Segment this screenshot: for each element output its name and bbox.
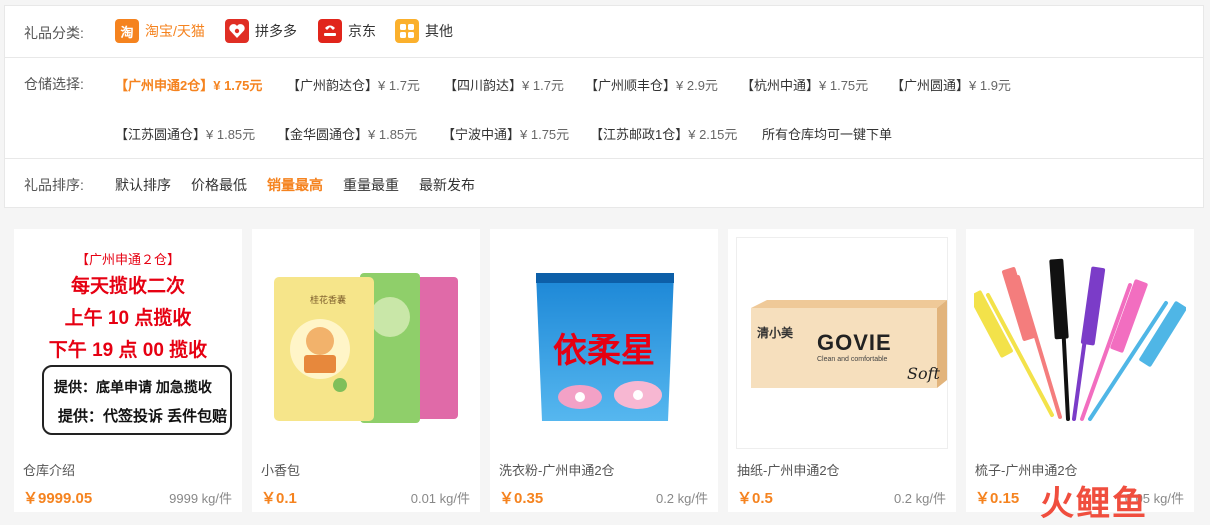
product-weight: 0.2 kg/件 [893, 491, 946, 506]
warehouse-name: 【广州申通2仓】 [115, 78, 214, 93]
category-pinduoduo-label: 拼多多 [255, 23, 297, 39]
warehouse-price: ¥ 2.15元 [688, 127, 738, 142]
warehouse-price: ¥ 1.9元 [969, 78, 1011, 93]
poster-box-line: 提供：代签投诉 丢件包赔 [58, 408, 228, 425]
product-card[interactable]: 清小美 GOVIE Clean and comfortable Soft 抽纸-… [728, 229, 956, 512]
product-card[interactable]: 梳子-广州申通2仓 ￥0.15 0.05 kg/件 [966, 229, 1194, 512]
product-name[interactable]: 仓库介绍 [23, 460, 75, 479]
product-card[interactable]: 依柔星 洗衣粉-广州申通2仓 ￥0.35 0.2 kg/件 [490, 229, 718, 512]
poster-line: 每天揽收二次 [70, 276, 185, 297]
warehouse-option[interactable]: 【江苏邮政1仓】¥ 2.15元 [590, 124, 737, 143]
warehouse-price: ¥ 1.75元 [819, 78, 869, 93]
watermark-logo: 火鲤鱼 [1040, 485, 1148, 523]
warehouse-name: 【杭州中通】 [741, 78, 820, 93]
product-price: ￥9999.05 [23, 490, 93, 507]
warehouse-price: ¥ 1.75元 [520, 127, 570, 142]
warehouse-price: ¥ 1.85元 [368, 127, 418, 142]
warehouse-option[interactable]: 【广州顺丰仓】¥ 2.9元 [585, 75, 718, 94]
product-price: ￥0.15 [975, 490, 1020, 507]
warehouse-poster: 【广州申通２仓】 每天揽收二次 上午 10 点揽收 下午 19 点 00 揽收 … [22, 237, 234, 449]
sachet-image: 桂花香囊 [260, 237, 472, 449]
warehouse-name: 【广州顺丰仓】 [585, 78, 677, 93]
warehouse-price: ¥ 2.9元 [676, 78, 718, 93]
filter-panel: 礼品分类: 淘 淘宝/天猫 拼多多 京东 其他 仓储选择: 【广州申通2仓】¥ … [4, 5, 1204, 208]
pinduoduo-icon [225, 19, 249, 43]
taobao-icon: 淘 [115, 19, 139, 43]
product-price: ￥0.1 [261, 490, 297, 507]
warehouse-option[interactable]: 【金华圆通仓】¥ 1.85元 [277, 124, 417, 143]
poster-box: 提供：底单申请 加急揽收 提供：代签投诉 丢件包赔 [42, 365, 232, 435]
warehouse-name: 【宁波中通】 [442, 127, 521, 142]
warehouse-option[interactable]: 【江苏圆通仓】¥ 1.85元 [115, 124, 255, 143]
warehouse-option[interactable]: 【广州圆通】¥ 1.9元 [891, 75, 1011, 94]
grid-icon [395, 19, 419, 43]
product-card[interactable]: 桂花香囊 小香包 ￥0.1 0.01 kg/件 [252, 229, 480, 512]
tissue-brand-sub: Clean and comfortable [817, 356, 888, 363]
poster-title: 【广州申通２仓】 [75, 252, 180, 267]
product-price: ￥0.35 [499, 490, 544, 507]
warehouse-option[interactable]: 【宁波中通】¥ 1.75元 [442, 124, 569, 143]
poster-box-line: 提供：底单申请 加急揽收 [54, 379, 212, 395]
detergent-image: 依柔星 [498, 237, 710, 449]
product-weight: 0.2 kg/件 [655, 491, 708, 506]
warehouse-name: 【四川韵达】 [444, 78, 523, 93]
warehouse-row: 仓储选择: 【广州申通2仓】¥ 1.75元 【广州韵达仓】¥ 1.7元 【四川韵… [5, 57, 1203, 159]
sort-weight-heaviest[interactable]: 重量最重 [343, 175, 399, 195]
svg-text:桂花香囊: 桂花香囊 [310, 294, 346, 306]
category-taobao[interactable]: 淘 淘宝/天猫 [115, 17, 205, 45]
warehouse-option[interactable]: 【杭州中通】¥ 1.75元 [741, 75, 868, 94]
category-jd[interactable]: 京东 [318, 17, 376, 45]
product-name[interactable]: 小香包 [261, 460, 300, 479]
sort-label: 礼品排序: [24, 177, 84, 193]
warehouse-name: 【金华圆通仓】 [277, 127, 369, 142]
category-label: 礼品分类: [24, 25, 84, 41]
warehouse-name: 【广州圆通】 [891, 78, 970, 93]
warehouse-option[interactable]: 【广州申通2仓】¥ 1.75元 [115, 75, 262, 94]
warehouse-label: 仓储选择: [24, 76, 84, 92]
product-weight: 9999 kg/件 [169, 491, 232, 506]
warehouse-option[interactable]: 【广州韵达仓】¥ 1.7元 [287, 75, 420, 94]
warehouse-price: ¥ 1.75元 [213, 78, 263, 93]
sort-price-lowest[interactable]: 价格最低 [191, 175, 247, 195]
category-taobao-label: 淘宝/天猫 [145, 23, 205, 39]
poster-line: 上午 10 点揽收 [64, 308, 192, 329]
warehouse-price: ¥ 1.85元 [206, 127, 256, 142]
warehouse-name: 【江苏邮政1仓】 [590, 127, 689, 142]
product-name[interactable]: 洗衣粉-广州申通2仓 [499, 460, 615, 479]
warehouse-name: 【广州韵达仓】 [287, 78, 379, 93]
product-name[interactable]: 抽纸-广州申通2仓 [737, 460, 840, 479]
sort-sales-highest[interactable]: 销量最高 [267, 175, 323, 195]
product-price: ￥0.5 [737, 490, 773, 507]
category-pinduoduo[interactable]: 拼多多 [225, 17, 297, 45]
category-row: 礼品分类: 淘 淘宝/天猫 拼多多 京东 其他 [5, 6, 1203, 58]
product-weight: 0.01 kg/件 [410, 491, 470, 506]
category-other-label: 其他 [425, 23, 453, 39]
warehouse-name: 【江苏圆通仓】 [115, 127, 207, 142]
warehouse-option[interactable]: 【四川韵达】¥ 1.7元 [444, 75, 564, 94]
detergent-brand: 依柔星 [553, 331, 655, 371]
tissue-brand: GOVIE [817, 330, 892, 355]
tissue-brand-script: Soft [907, 364, 940, 383]
sort-newest[interactable]: 最新发布 [419, 175, 475, 195]
category-jd-label: 京东 [348, 23, 376, 39]
product-card[interactable]: 【广州申通２仓】 每天揽收二次 上午 10 点揽收 下午 19 点 00 揽收 … [14, 229, 242, 512]
warehouse-note: 所有仓库均可一键下单 [762, 127, 893, 142]
comb-image [969, 237, 1187, 449]
sort-row: 礼品排序: 默认排序 价格最低 销量最高 重量最重 最新发布 [5, 158, 1203, 209]
warehouse-price: ¥ 1.7元 [522, 78, 564, 93]
category-other[interactable]: 其他 [395, 17, 453, 45]
tissue-brand-cn: 清小美 [757, 326, 794, 340]
tissue-image: 清小美 GOVIE Clean and comfortable Soft [736, 237, 948, 449]
sort-default[interactable]: 默认排序 [115, 175, 171, 195]
warehouse-price: ¥ 1.7元 [378, 78, 420, 93]
poster-line: 下午 19 点 00 揽收 [48, 340, 208, 361]
jd-icon [318, 19, 342, 43]
